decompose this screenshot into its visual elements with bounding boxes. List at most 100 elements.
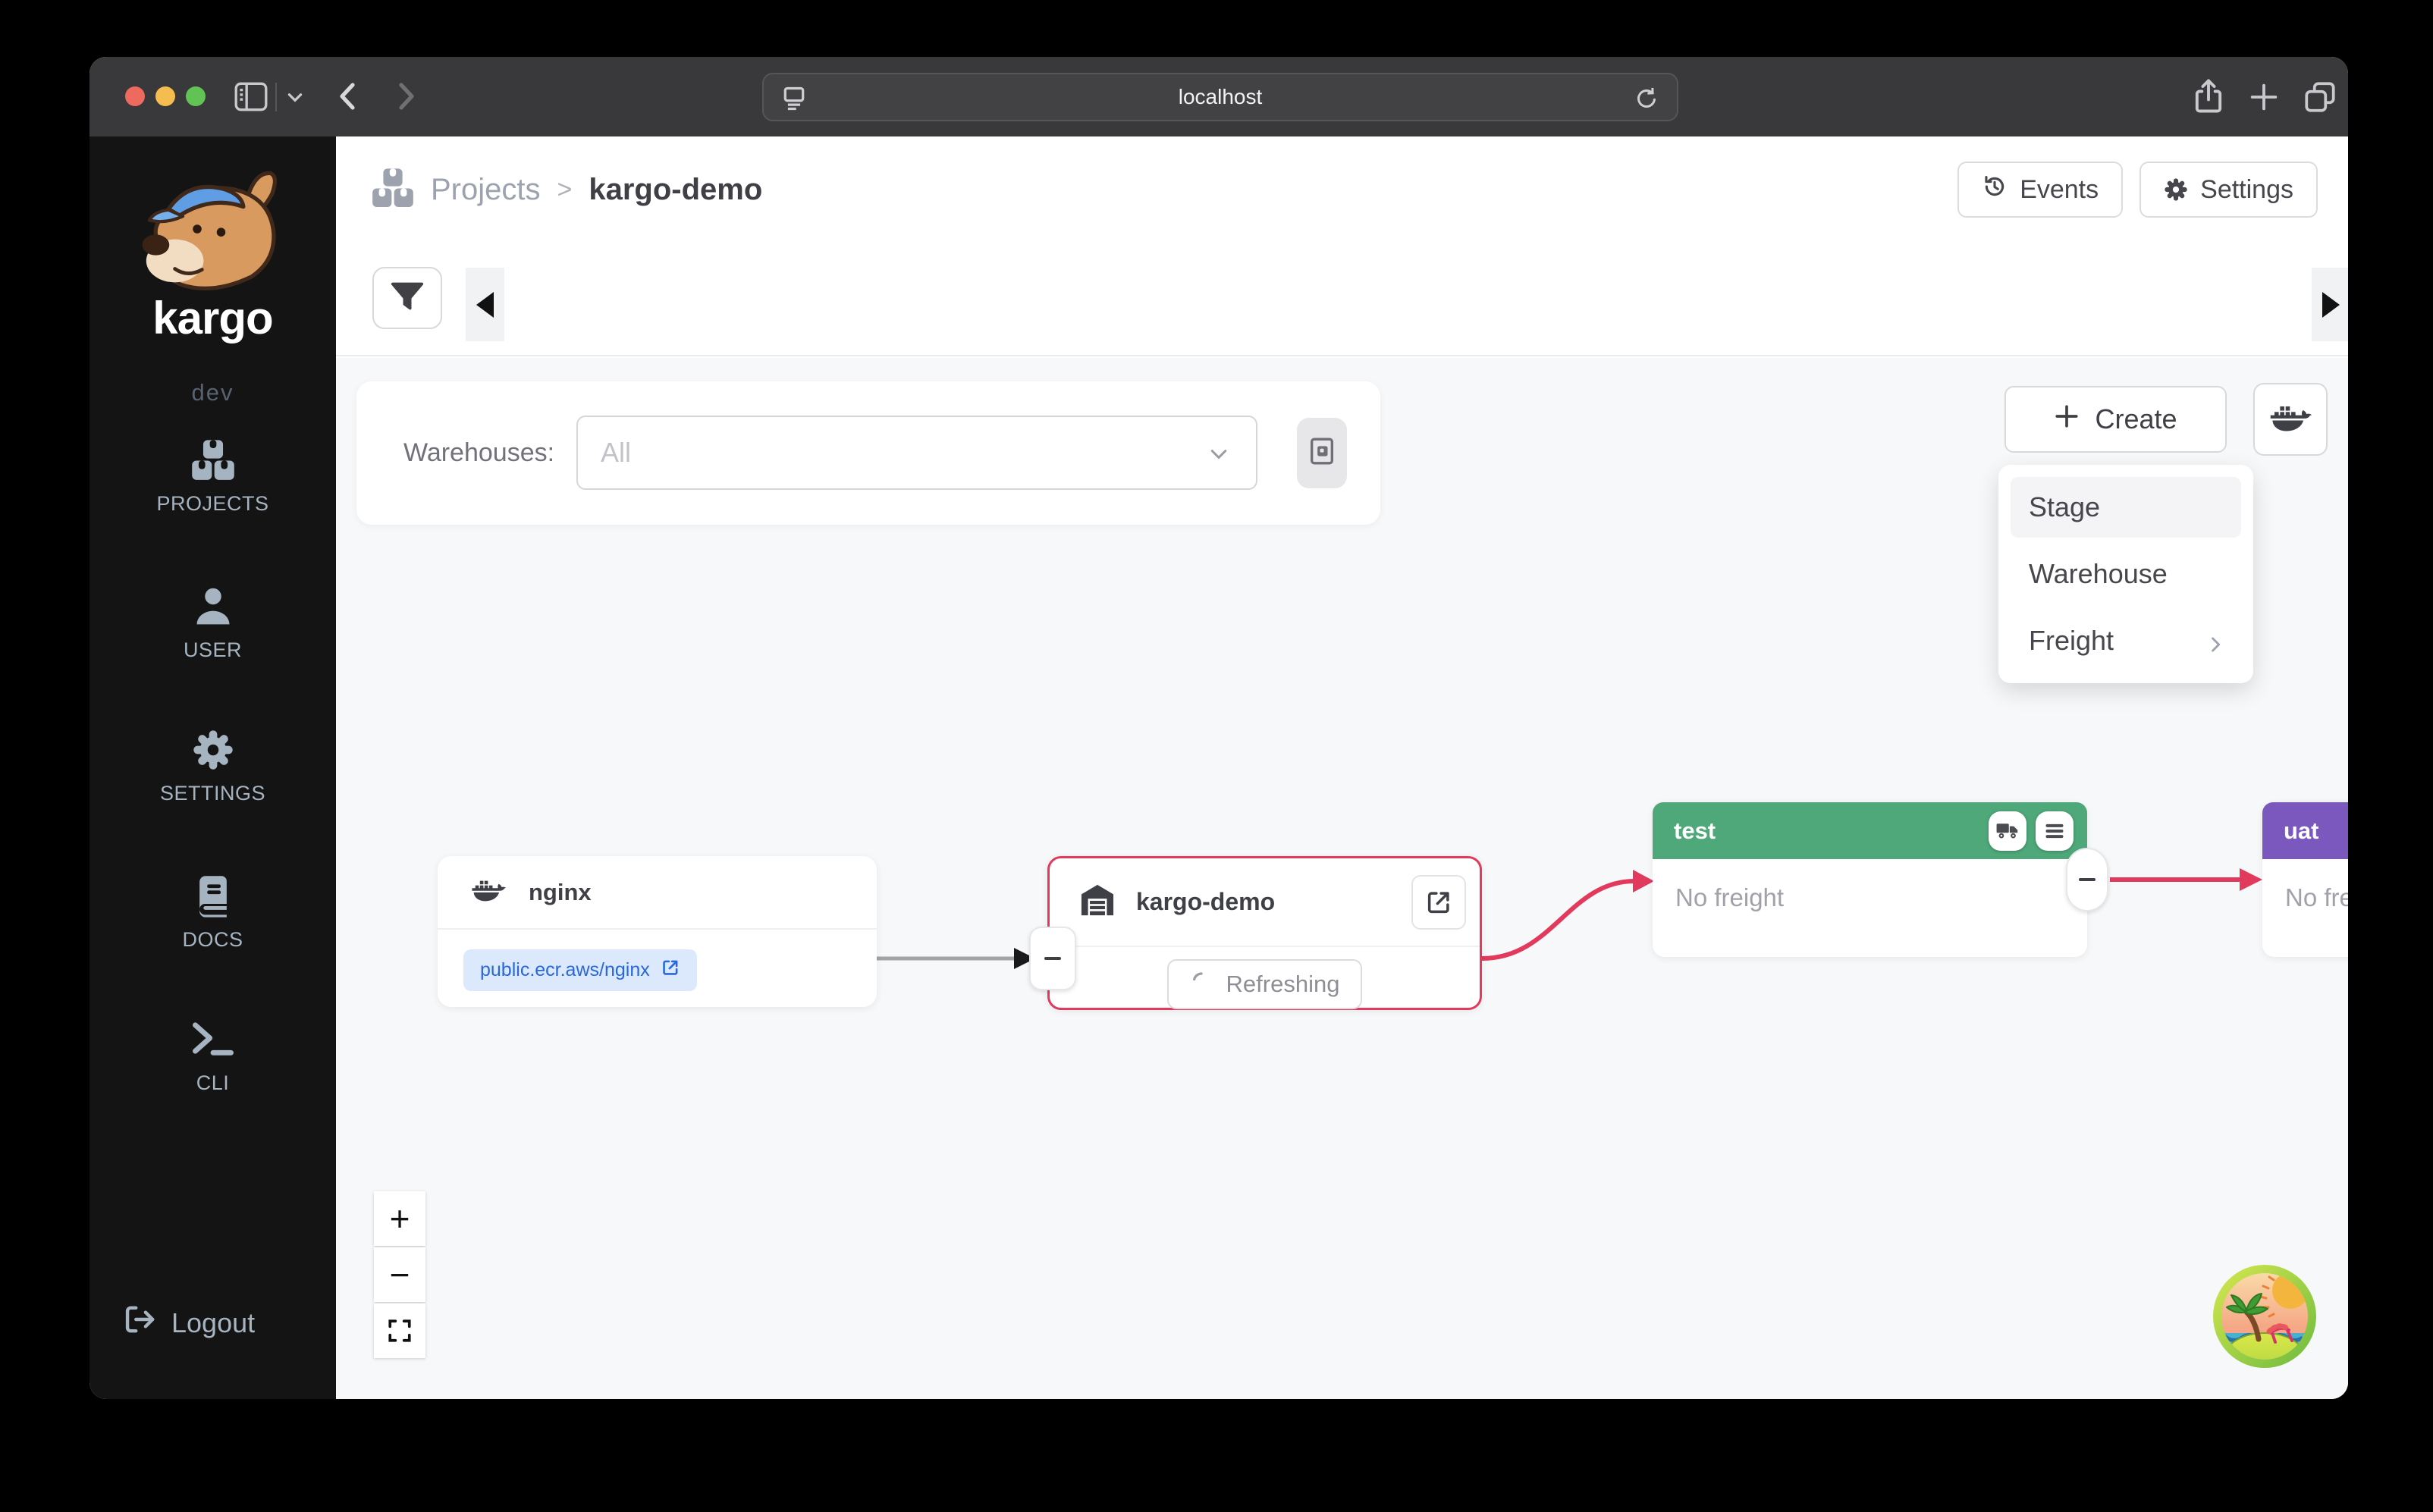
stage-node-title: uat — [2284, 817, 2348, 845]
stage-node-uat[interactable]: uat No freight — [2262, 802, 2348, 957]
titlebar-divider — [275, 83, 277, 111]
stage-freight-status: No freight — [2262, 859, 2348, 912]
page-settings-icon[interactable] — [780, 85, 808, 116]
breadcrumb-separator: > — [557, 175, 573, 205]
fullscreen-icon — [387, 1318, 413, 1344]
zoom-out-button[interactable]: − — [374, 1247, 425, 1302]
warehouses-select-value: All — [601, 437, 631, 469]
pipeline-canvas[interactable]: Warehouses: All — [336, 358, 2348, 1399]
sidebar-toggle-icon[interactable] — [232, 78, 270, 120]
address-bar[interactable]: localhost — [762, 73, 1678, 121]
triangle-right-icon — [2322, 292, 2340, 318]
boxes-icon — [191, 438, 235, 485]
back-button[interactable] — [331, 78, 367, 118]
breadcrumb-projects-link[interactable]: Projects — [431, 173, 541, 207]
stage-freight-status: No freight — [1653, 859, 2087, 912]
share-icon[interactable] — [2189, 77, 2228, 120]
refreshing-status-pill[interactable]: Refreshing — [1167, 959, 1363, 1009]
docker-whale-icon — [2269, 401, 2312, 438]
chevron-down-icon[interactable] — [285, 87, 305, 111]
gear-icon — [2164, 177, 2188, 202]
stage-node-title: test — [1674, 817, 1979, 845]
minus-icon — [1044, 957, 1061, 960]
plus-icon — [2054, 403, 2080, 436]
truck-button[interactable] — [1989, 811, 2026, 851]
warehouse-icon — [1080, 883, 1115, 921]
projects-boxes-icon — [372, 167, 414, 213]
external-link-icon — [1424, 888, 1453, 917]
breadcrumb-current: kargo-demo — [589, 173, 762, 207]
browser-window: localhost — [89, 57, 2348, 1399]
truck-icon — [1996, 822, 2019, 840]
history-icon — [1982, 174, 2008, 206]
zoom-window-button[interactable] — [186, 86, 206, 106]
logout-button[interactable]: Logout — [124, 1304, 255, 1341]
browser-titlebar: localhost — [89, 57, 2348, 136]
fit-view-button[interactable] — [374, 1303, 425, 1358]
menu-item-freight[interactable]: Freight — [2011, 610, 2241, 671]
warehouses-filter-card: Warehouses: All — [356, 381, 1380, 525]
sidebar-item-settings[interactable]: SETTINGS — [89, 729, 336, 805]
collapse-left-button[interactable] — [466, 268, 504, 341]
repo-link-chip[interactable]: public.ecr.aws/nginx — [463, 949, 697, 991]
repo-node-nginx[interactable]: nginx public.ecr.aws/nginx — [438, 856, 877, 1007]
refresh-icon[interactable] — [1633, 85, 1660, 116]
settings-button[interactable]: Settings — [2139, 162, 2318, 218]
minus-icon — [2079, 878, 2096, 881]
minimize-window-button[interactable] — [155, 86, 175, 106]
create-menu: Stage Warehouse Freight — [1998, 465, 2253, 683]
open-warehouse-button[interactable] — [1411, 875, 1466, 930]
external-link-icon — [661, 958, 680, 983]
main-content: Projects > kargo-demo Events — [336, 136, 2348, 1399]
forward-button[interactable] — [387, 78, 423, 118]
refreshing-label: Refreshing — [1226, 971, 1340, 998]
close-window-button[interactable] — [125, 86, 145, 106]
logout-icon — [124, 1304, 158, 1341]
stage-menu-button[interactable] — [2036, 811, 2074, 851]
zoom-in-button[interactable]: + — [374, 1191, 425, 1246]
triangle-left-icon — [476, 292, 494, 318]
kargo-mascot-icon — [133, 165, 293, 293]
collapse-test-button[interactable] — [2066, 848, 2108, 911]
logout-label: Logout — [171, 1307, 255, 1339]
person-icon — [192, 585, 234, 632]
tab-overview-icon[interactable] — [2301, 78, 2339, 120]
stage-node-test[interactable]: test No freight — [1653, 802, 2087, 957]
docker-whale-icon — [471, 877, 506, 908]
collapse-warehouse-button[interactable] — [1029, 927, 1076, 990]
breadcrumb: Projects > kargo-demo — [372, 136, 762, 243]
chevron-right-icon — [2205, 630, 2226, 662]
sidebar-item-projects[interactable]: PROJECTS — [89, 438, 336, 516]
terminal-icon — [190, 1018, 236, 1065]
funnel-icon — [391, 281, 424, 315]
events-button[interactable]: Events — [1957, 162, 2123, 218]
book-icon — [193, 874, 234, 921]
expand-right-button[interactable] — [2312, 268, 2348, 341]
kargo-wordmark: kargo — [89, 292, 336, 344]
graph-toolbar — [336, 243, 2348, 356]
new-tab-icon[interactable] — [2246, 80, 2281, 118]
island-badge[interactable] — [2212, 1263, 2318, 1369]
warehouse-node-title: kargo-demo — [1136, 888, 1275, 916]
spinner-icon — [1190, 970, 1213, 999]
hamburger-icon — [2045, 822, 2064, 840]
docker-images-button[interactable] — [2253, 383, 2328, 456]
menu-item-warehouse[interactable]: Warehouse — [2011, 544, 2241, 604]
filter-button[interactable] — [372, 267, 442, 329]
warehouses-select[interactable]: All — [576, 416, 1257, 490]
create-button[interactable]: Create — [2004, 386, 2227, 453]
sidebar-item-cli[interactable]: CLI — [89, 1018, 336, 1095]
zoom-controls: + − — [374, 1191, 425, 1358]
sidebar-item-user[interactable]: USER — [89, 585, 336, 662]
sidebar: kargo dev PROJECTS USER — [89, 136, 336, 1399]
env-label: dev — [89, 379, 336, 406]
sidebar-item-docs[interactable]: DOCS — [89, 874, 336, 952]
warehouse-node-kargo-demo[interactable]: kargo-demo Refreshing — [1047, 856, 1482, 1010]
warehouses-label: Warehouses: — [403, 381, 554, 525]
stamp-image-button[interactable] — [1297, 418, 1347, 488]
url-text: localhost — [1179, 85, 1263, 109]
repo-node-title: nginx — [529, 879, 592, 906]
menu-item-stage[interactable]: Stage — [2011, 477, 2241, 538]
kargo-logo[interactable]: kargo dev — [89, 165, 336, 406]
gear-icon — [192, 729, 234, 776]
